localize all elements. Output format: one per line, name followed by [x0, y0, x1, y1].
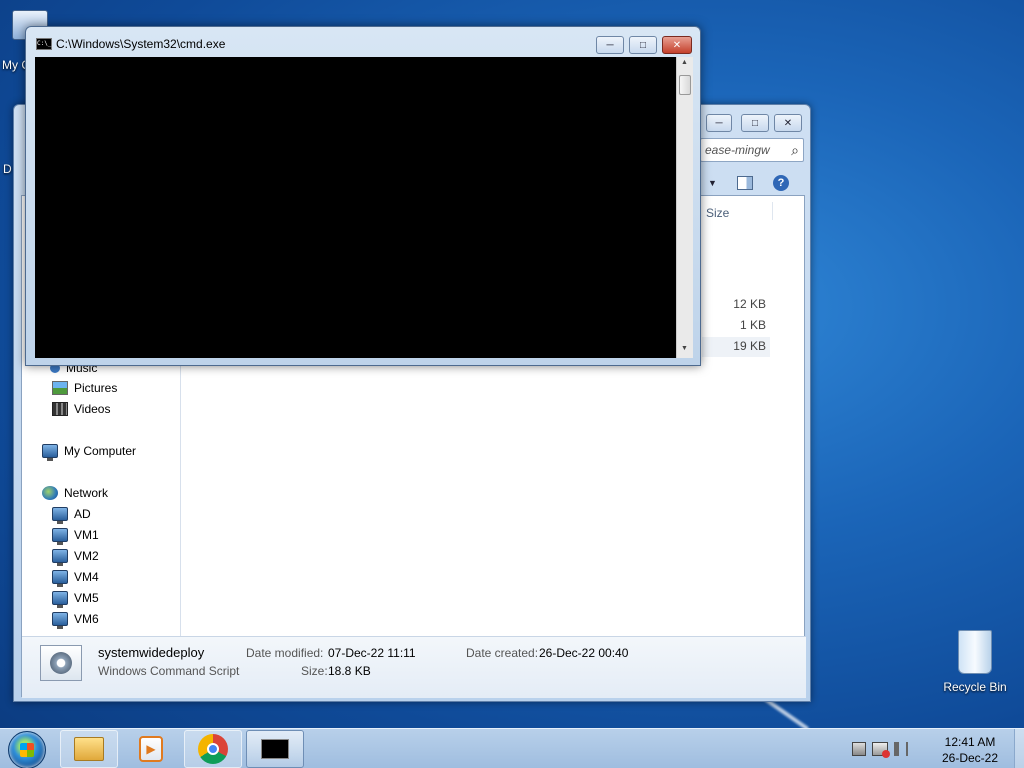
clock-time: 12:41 AM [944, 735, 996, 749]
start-button[interactable] [8, 731, 46, 768]
taskbar: ▶ 12:41 AM 26-Dec-22 [0, 728, 1024, 768]
folder-icon [74, 737, 104, 761]
nav-item-label: AD [74, 507, 91, 521]
nav-item-label: Network [64, 486, 109, 500]
network-disconnected-icon[interactable] [872, 742, 890, 758]
cmd-minimize-button[interactable]: ─ [596, 36, 624, 54]
search-icon[interactable]: ⌕ [791, 142, 799, 159]
volume-icon[interactable] [894, 742, 908, 756]
nav-item-label: VM1 [74, 528, 99, 542]
preview-pane-icon[interactable] [737, 176, 753, 190]
file-type: Windows Command Script [98, 664, 240, 678]
cmd-maximize-button[interactable]: □ [629, 36, 657, 54]
clock[interactable]: 12:41 AM 26-Dec-22 [930, 734, 1010, 766]
desktop-icon-label: D [3, 162, 12, 176]
nav-item-label: VM4 [74, 570, 99, 584]
nav-item-network[interactable]: Network [42, 483, 108, 503]
file-size-cell: 12 KB [733, 297, 766, 311]
search-input[interactable]: ease-mingw ⌕ [700, 138, 804, 162]
cmd-close-button[interactable]: ✕ [662, 36, 692, 54]
explorer-close-button[interactable]: ✕ [774, 114, 802, 132]
minimize-icon: ─ [715, 117, 723, 129]
computer-icon [52, 528, 68, 545]
column-header-size[interactable]: Size [706, 206, 729, 220]
vertical-scrollbar[interactable]: ▲ ▼ [676, 57, 693, 358]
scroll-down-icon[interactable]: ▼ [681, 345, 688, 352]
nav-item-network-ad[interactable]: AD [52, 504, 91, 524]
taskbar-media-player[interactable]: ▶ [122, 730, 180, 768]
window-title: C:\Windows\System32\cmd.exe [56, 37, 226, 51]
nav-item-label: My Computer [64, 444, 137, 458]
maximize-icon: □ [751, 117, 759, 129]
clock-date: 26-Dec-22 [941, 751, 999, 765]
show-desktop-button[interactable] [1014, 729, 1024, 768]
maximize-icon: □ [639, 39, 647, 51]
media-player-icon: ▶ [139, 736, 163, 762]
computer-icon [52, 570, 68, 587]
cmd-icon-text: C:\_ [37, 40, 52, 47]
computer-icon [52, 549, 68, 566]
nav-item-network-vm2[interactable]: VM2 [52, 546, 99, 566]
network-icon [42, 486, 58, 500]
nav-item-network-vm1[interactable]: VM1 [52, 525, 99, 545]
close-icon: ✕ [672, 39, 682, 51]
system-tray [852, 729, 908, 768]
help-icon-glyph: ? [777, 177, 785, 189]
file-size-cell: 1 KB [739, 318, 766, 332]
desktop-icon-recycle-bin[interactable]: Recycle Bin [935, 630, 1015, 694]
taskbar-chrome[interactable] [184, 730, 242, 768]
nav-item-my-computer[interactable]: My Computer [42, 441, 136, 461]
explorer-maximize-button[interactable]: □ [741, 114, 769, 132]
taskbar-command-prompt[interactable] [246, 730, 304, 768]
action-center-icon[interactable] [852, 742, 866, 756]
computer-icon [52, 507, 68, 524]
size-label: Size: [301, 664, 328, 678]
cmd-window[interactable]: C:\_ C:\Windows\System32\cmd.exe ─ □ ✕ ▲… [25, 26, 701, 366]
windows-logo-icon [20, 743, 34, 757]
pictures-icon [52, 381, 68, 395]
file-name: systemwidedeploy [98, 645, 205, 660]
help-icon[interactable]: ? [773, 175, 789, 191]
desktop-icon-label: Recycle Bin [943, 680, 1007, 694]
search-text: ease-mingw [705, 143, 770, 157]
explorer-minimize-button[interactable]: ─ [706, 114, 732, 132]
date-modified-label: Date modified: [246, 646, 324, 660]
cmd-icon [261, 739, 289, 759]
date-created-label: Date created: [466, 646, 539, 660]
recycle-bin-icon [958, 630, 992, 674]
details-pane: systemwidedeploy Windows Command Script … [22, 636, 806, 698]
nav-item-label: VM5 [74, 591, 99, 605]
desktop-icon-partial[interactable]: D [0, 162, 14, 176]
cmd-icon: C:\_ [36, 38, 52, 50]
nav-item-label: Pictures [74, 381, 118, 395]
command-script-icon [40, 645, 82, 681]
date-created-value: 26-Dec-22 00:40 [539, 646, 629, 660]
console-output[interactable] [35, 57, 676, 358]
taskbar-file-explorer[interactable] [60, 730, 118, 768]
nav-item-pictures[interactable]: Pictures [52, 378, 117, 398]
date-modified-value: 07-Dec-22 11:11 [328, 646, 416, 660]
nav-item-network-vm6[interactable]: VM6 [52, 609, 99, 629]
size-value: 18.8 KB [328, 664, 371, 678]
close-icon: ✕ [783, 117, 793, 129]
views-dropdown-icon[interactable]: ▼ [708, 178, 717, 188]
my-computer-icon [42, 444, 58, 461]
nav-item-network-vm5[interactable]: VM5 [52, 588, 99, 608]
file-size-cell: 19 KB [733, 339, 766, 353]
nav-item-videos[interactable]: Videos [52, 399, 110, 419]
scrollbar-thumb[interactable] [679, 75, 691, 95]
scroll-up-icon[interactable]: ▲ [681, 59, 688, 66]
computer-icon [52, 612, 68, 629]
nav-item-network-vm4[interactable]: VM4 [52, 567, 99, 587]
minimize-icon: ─ [606, 39, 614, 51]
nav-item-label: VM6 [74, 612, 99, 626]
gear-icon [50, 652, 72, 674]
chrome-icon [198, 734, 228, 764]
videos-icon [52, 402, 68, 416]
column-divider [772, 202, 773, 220]
nav-item-label: VM2 [74, 549, 99, 563]
computer-icon [52, 591, 68, 608]
nav-item-label: Videos [74, 402, 111, 416]
